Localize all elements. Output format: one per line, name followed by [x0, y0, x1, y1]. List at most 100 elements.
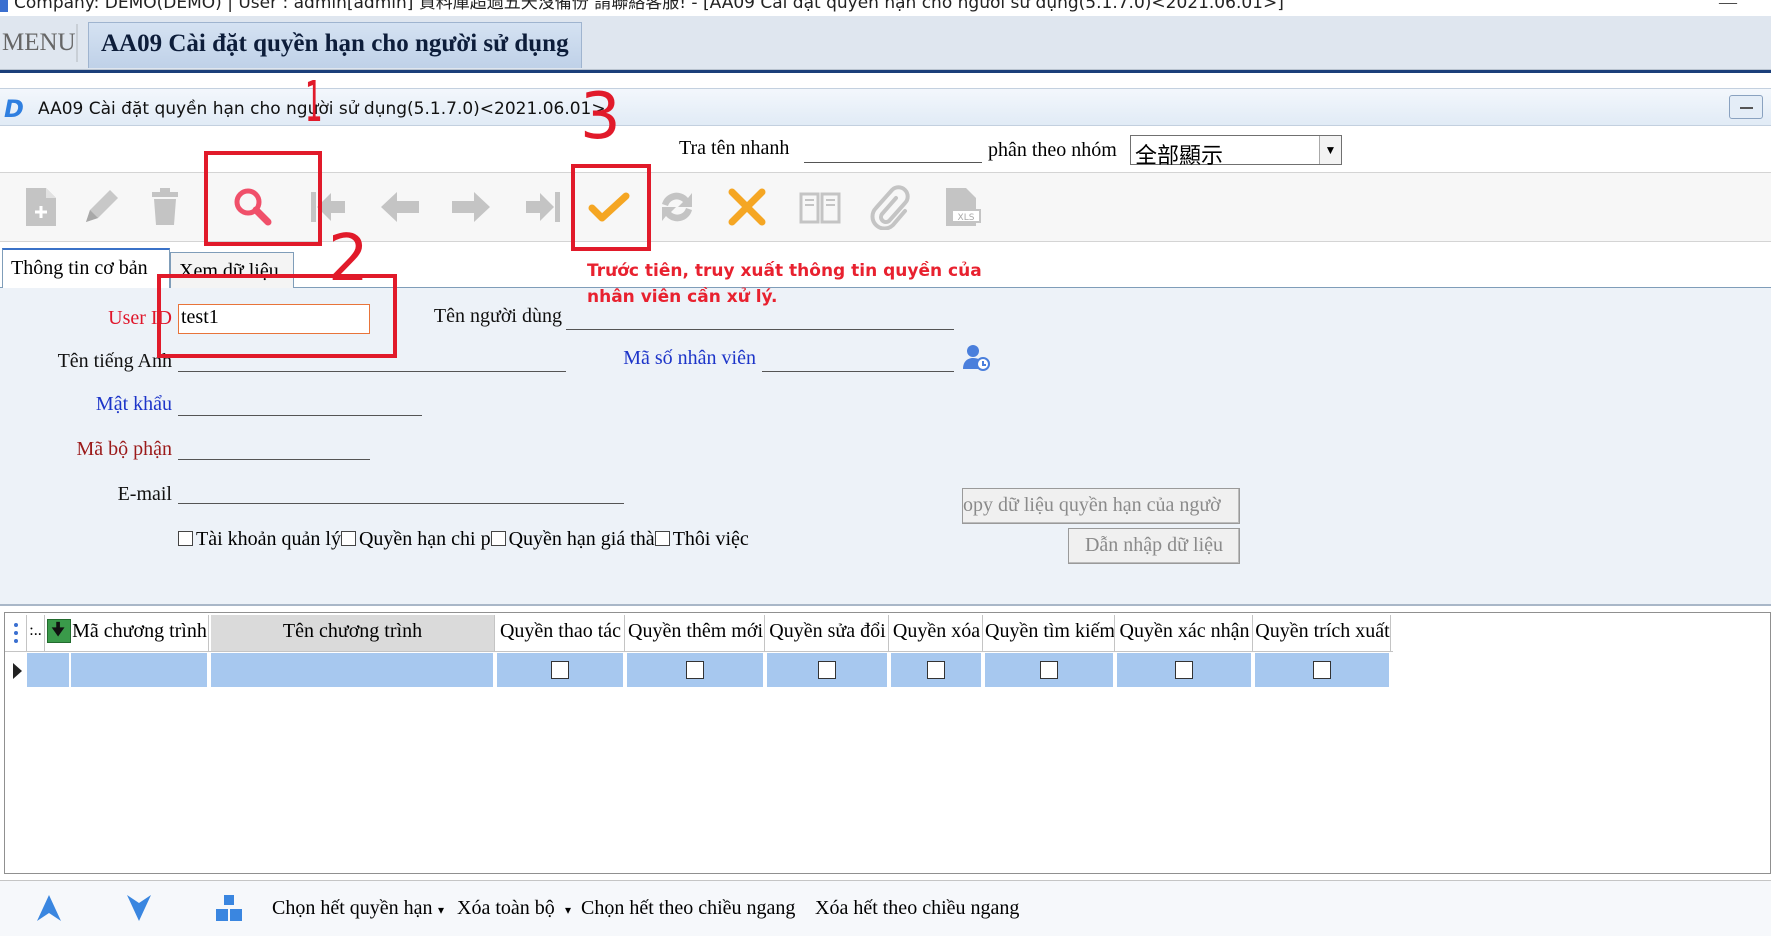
col-operate-permission[interactable]: Quyền thao tác: [497, 615, 625, 651]
checkbox-box[interactable]: [818, 661, 836, 679]
department-label: Mã bộ phận: [76, 438, 172, 460]
menu-strip: MENU AA09 Cài đặt quyền hạn cho người sử…: [0, 16, 1771, 70]
user-name-label: Tên người dùng: [433, 305, 562, 327]
price-permission-label: Quyền hạn giá thà: [508, 528, 655, 550]
edit-icon: [86, 190, 118, 222]
chevron-down-icon[interactable]: ▼: [1319, 136, 1341, 164]
english-name-label: Tên tiếng Anh: [57, 350, 172, 372]
refresh-button[interactable]: [652, 181, 702, 233]
checkbox-box[interactable]: [654, 531, 670, 546]
restore-window-button[interactable]: [1729, 95, 1763, 119]
attach-button[interactable]: [864, 181, 914, 233]
edit-button[interactable]: [76, 181, 126, 233]
email-input[interactable]: [178, 478, 624, 504]
import-data-button[interactable]: Dẫn nhập dữ liệu: [1068, 528, 1240, 564]
tab-basic-info[interactable]: Thông tin cơ bản: [2, 248, 170, 288]
password-input[interactable]: [178, 390, 422, 416]
email-label: E-mail: [117, 483, 172, 505]
admin-account-checkbox[interactable]: Tài khoản quản lý: [178, 528, 341, 550]
next-record-button[interactable]: [446, 181, 496, 233]
department-input[interactable]: [178, 434, 370, 460]
cell-program-code[interactable]: [71, 653, 209, 687]
column-chooser-icon[interactable]: [47, 619, 71, 643]
minimize-button[interactable]: —: [1719, 0, 1737, 13]
checkbox-box[interactable]: [1313, 661, 1331, 679]
chevron-down-icon[interactable]: ▾: [438, 903, 444, 918]
checkbox-box[interactable]: [686, 661, 704, 679]
last-icon: [526, 192, 560, 222]
checkbox-box[interactable]: [1175, 661, 1193, 679]
price-permission-checkbox[interactable]: Quyền hạn giá thà: [490, 528, 655, 550]
window-title: Company: DEMO(DEMO) | User : admin[admin…: [14, 0, 1284, 13]
checkbox-box[interactable]: [490, 531, 506, 546]
book-button[interactable]: [795, 181, 845, 233]
cancel-button[interactable]: [722, 181, 772, 233]
checkbox-box[interactable]: [1040, 661, 1058, 679]
cell-program-name[interactable]: [211, 653, 495, 687]
col-search-permission[interactable]: Quyền tìm kiếm: [985, 615, 1115, 651]
copy-permissions-button[interactable]: opy dữ liệu quyền hạn của ngườ: [962, 488, 1240, 524]
checkbox-box[interactable]: [551, 661, 569, 679]
select-all-horizontal-link[interactable]: Chọn hết theo chiều ngang: [581, 897, 795, 920]
bottom-action-bar: Chọn hết quyền hạn ▾ Xóa toàn bộ ▾ Chọn …: [0, 880, 1771, 936]
cell-confirm-permission[interactable]: [1117, 653, 1253, 687]
export-xls-button[interactable]: XLS: [936, 181, 986, 233]
current-row-indicator-icon: [13, 663, 22, 679]
employee-lookup-icon[interactable]: [962, 343, 990, 371]
arrow-down-icon[interactable]: [124, 893, 154, 923]
grid-handle-icon[interactable]: [7, 615, 27, 651]
next-icon: [452, 192, 490, 222]
admin-account-label: Tài khoản quản lý: [196, 528, 341, 550]
group-filter-select[interactable]: 全部顯示 ▼: [1130, 135, 1342, 169]
annotation-step-3: 3: [580, 80, 621, 154]
col-delete-permission[interactable]: Quyền xóa: [891, 615, 983, 651]
cell-delete-permission[interactable]: [891, 653, 983, 687]
cell-export-permission[interactable]: [1255, 653, 1391, 687]
module-tab-aa09[interactable]: AA09 Cài đặt quyền hạn cho người sử dụng: [88, 22, 582, 68]
group-filter-value: 全部顯示: [1135, 144, 1224, 169]
menu-button[interactable]: MENU: [0, 24, 78, 62]
cost-permission-checkbox[interactable]: Quyền hạn chi p: [340, 528, 491, 550]
cell-add-permission[interactable]: [627, 653, 765, 687]
resigned-checkbox[interactable]: Thôi việc: [654, 528, 749, 550]
delete-button[interactable]: [140, 181, 190, 233]
col-edit-permission[interactable]: Quyền sửa đổi: [767, 615, 889, 651]
col-program-name[interactable]: Tên chương trình: [211, 615, 495, 651]
arrow-up-icon[interactable]: [34, 893, 64, 923]
employee-no-label: Mã số nhân viên: [623, 347, 756, 369]
quick-search-input[interactable]: [804, 139, 982, 163]
refresh-icon: [662, 192, 692, 222]
prev-icon: [381, 192, 419, 222]
previous-record-button[interactable]: [375, 181, 425, 233]
grid-corner-label: :..: [27, 615, 45, 651]
checkbox-box[interactable]: [927, 661, 945, 679]
cell-edit-permission[interactable]: [767, 653, 889, 687]
new-button[interactable]: [16, 181, 66, 233]
annotation-step-1: 1: [304, 70, 323, 135]
app-icon: [0, 0, 8, 12]
col-confirm-permission[interactable]: Quyền xác nhận: [1117, 615, 1253, 651]
annotation-note: Trước tiên, truy xuất thông tin quyền củ…: [587, 261, 982, 307]
col-export-permission[interactable]: Quyền trích xuất: [1255, 615, 1391, 651]
col-add-permission[interactable]: Quyền thêm mới: [627, 615, 765, 651]
clear-all-horizontal-link[interactable]: Xóa hết theo chiều ngang: [815, 897, 1019, 920]
checkbox-box[interactable]: [178, 531, 193, 546]
checkbox-box[interactable]: [340, 531, 356, 546]
permission-grid: :.. Mã chương trình Tên chương trình Quy…: [4, 612, 1771, 874]
header-divider: [5, 651, 1393, 652]
dots-icon: [14, 623, 18, 643]
form-header: D AA09 Cài đặt quyền hạn cho người sử dụ…: [0, 88, 1771, 126]
employee-no-input[interactable]: [762, 346, 954, 372]
last-record-button[interactable]: [518, 181, 568, 233]
cell-search-permission[interactable]: [985, 653, 1115, 687]
cell-operate-permission[interactable]: [497, 653, 625, 687]
select-all-permissions-link[interactable]: Chọn hết quyền hạn: [272, 897, 433, 920]
blocks-icon[interactable]: [214, 893, 244, 923]
col-program-code[interactable]: Mã chương trình: [71, 615, 209, 651]
clear-all-link[interactable]: Xóa toàn bộ: [457, 897, 555, 920]
row-corner-cell[interactable]: [27, 653, 71, 687]
chevron-down-icon[interactable]: ▾: [565, 903, 571, 918]
window-title-bar: Company: DEMO(DEMO) | User : admin[admin…: [0, 0, 1771, 16]
arrow-down-icon: [51, 621, 65, 637]
annotation-box-search: [204, 151, 322, 246]
